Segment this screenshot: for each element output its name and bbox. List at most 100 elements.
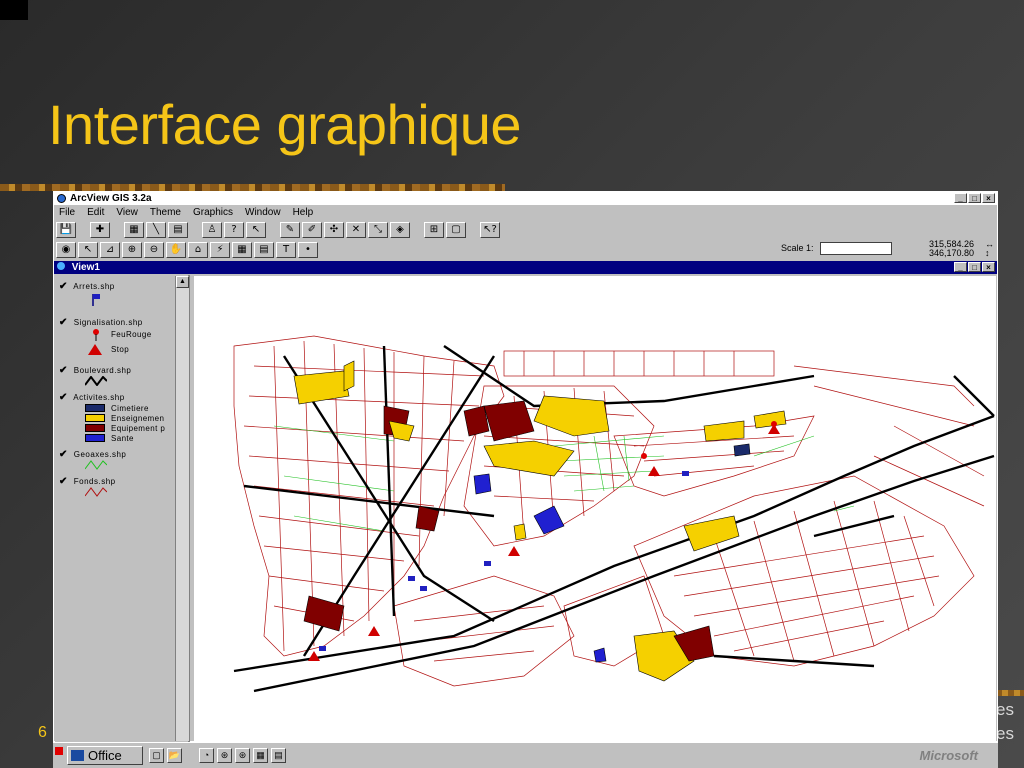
zoom-out-button[interactable]: ⤡	[368, 222, 388, 238]
office-app-icon	[71, 750, 84, 761]
layer-geoaxes[interactable]: ✔ Geoaxes.shp	[59, 449, 126, 460]
layer-name: Signalisation.shp	[73, 318, 143, 327]
layer-checkbox[interactable]: ✔	[59, 392, 71, 403]
view-close-button[interactable]: ×	[982, 262, 995, 272]
close-button[interactable]: ×	[982, 193, 995, 203]
label-tool[interactable]: ▤	[254, 242, 274, 258]
stop-triangle-icon	[88, 344, 102, 355]
legend-item-equipement: Equipement p	[111, 424, 166, 433]
toc-scrollbar[interactable]: ▲	[175, 276, 189, 741]
app-titlebar: ArcView GIS 3.2a	[54, 192, 997, 205]
new-document-icon[interactable]: ▢	[149, 748, 164, 763]
pan-tool[interactable]: ✋	[166, 242, 186, 258]
decorative-strip	[0, 184, 505, 191]
scale-label: Scale 1:	[781, 243, 814, 253]
map-display[interactable]	[194, 276, 996, 742]
save-project-button[interactable]: 💾	[56, 222, 76, 238]
open-table-button[interactable]: ▤	[168, 222, 188, 238]
edit-legend-button[interactable]: ╲	[146, 222, 166, 238]
office-label: Office	[88, 748, 122, 763]
zoom-previous-button[interactable]: ◈	[390, 222, 410, 238]
locate-button[interactable]: ?	[224, 222, 244, 238]
text-tool[interactable]: T	[276, 242, 296, 258]
scroll-up-arrow-icon[interactable]: ▲	[176, 276, 189, 288]
table-of-contents: ✔ Arrets.shp ✔ Signalisation.shp FeuRoug…	[55, 275, 190, 742]
view-maximize-button[interactable]: □	[968, 262, 981, 272]
minimize-button[interactable]: _	[954, 193, 967, 203]
pointer-tool[interactable]: ↖	[78, 242, 98, 258]
view-window-buttons: _ □ ×	[954, 262, 995, 272]
shortcut-icon-4[interactable]: ▦	[253, 748, 268, 763]
identify-tool[interactable]: ◉	[56, 242, 76, 258]
zoom-active-button[interactable]: ✐	[302, 222, 322, 238]
layer-checkbox[interactable]: ✔	[59, 365, 71, 376]
swatch-cimetiere	[85, 404, 105, 412]
measure-tool[interactable]: ⌂	[188, 242, 208, 258]
select-features-button[interactable]: ⊞	[424, 222, 444, 238]
add-theme-button[interactable]: ✚	[90, 222, 110, 238]
find-button[interactable]: ♙	[202, 222, 222, 238]
layer-checkbox[interactable]: ✔	[59, 317, 71, 328]
app-window-buttons: _ □ ×	[954, 193, 995, 203]
shortcut-icon-5[interactable]: ▤	[271, 748, 286, 763]
menu-view[interactable]: View	[116, 206, 138, 220]
query-builder-button[interactable]: ↖	[246, 222, 266, 238]
legend-item-stop: Stop	[111, 345, 130, 354]
layer-boulevard[interactable]: ✔ Boulevard.shp	[59, 365, 131, 376]
legend-item-feurouge: FeuRouge	[111, 330, 152, 339]
side-text-2: es	[996, 724, 1014, 743]
legend-item-cimetiere: Cimetiere	[111, 404, 149, 413]
vertical-arrow-icon: ↕	[985, 248, 990, 258]
clear-selection-button[interactable]: ▢	[446, 222, 466, 238]
layer-name: Boulevard.shp	[73, 366, 132, 375]
menu-window[interactable]: Window	[245, 206, 281, 220]
layer-name: Activites.shp	[73, 393, 125, 402]
swatch-equipement	[85, 424, 105, 432]
shortcut-icon-2[interactable]: ⊛	[217, 748, 232, 763]
microsoft-brand: Microsoft	[919, 748, 979, 763]
hotlink-tool[interactable]: ⚡	[210, 242, 230, 258]
layer-checkbox[interactable]: ✔	[59, 476, 71, 487]
app-title: ArcView GIS 3.2a	[70, 193, 152, 204]
zoom-out-tool[interactable]: ⊖	[144, 242, 164, 258]
legend-item-sante: Sante	[111, 434, 134, 443]
layer-checkbox[interactable]: ✔	[59, 281, 71, 292]
menu-help[interactable]: Help	[293, 206, 314, 220]
city-map[interactable]	[194, 276, 996, 742]
zoom-full-button[interactable]: ✎	[280, 222, 300, 238]
view-minimize-button[interactable]: _	[954, 262, 967, 272]
layer-activites[interactable]: ✔ Activites.shp	[59, 392, 125, 403]
shortcut-icon-3[interactable]: ⊛	[235, 748, 250, 763]
legend-item-enseignement: Enseignemen	[111, 414, 165, 423]
layer-fonds[interactable]: ✔ Fonds.shp	[59, 476, 116, 487]
help-button[interactable]: ↖?	[480, 222, 500, 238]
zoom-selected-button[interactable]: ✣	[324, 222, 344, 238]
fonds-line-icon	[85, 487, 107, 497]
layer-name: Geoaxes.shp	[73, 450, 127, 459]
theme-properties-button[interactable]: ▦	[124, 222, 144, 238]
menu-edit[interactable]: Edit	[87, 206, 104, 220]
layer-arrets[interactable]: ✔ Arrets.shp	[59, 281, 115, 292]
coordinate-arrows: ↔ ↕	[985, 240, 994, 258]
maximize-button[interactable]: □	[968, 193, 981, 203]
side-text-1: es	[996, 700, 1014, 719]
menu-bar: File Edit View Theme Graphics Window Hel…	[54, 206, 997, 220]
menu-graphics[interactable]: Graphics	[193, 206, 233, 220]
menu-file[interactable]: File	[59, 206, 75, 220]
zoom-in-tool[interactable]: ⊕	[122, 242, 142, 258]
vertex-edit-tool[interactable]: ⊿	[100, 242, 120, 258]
traffic-light-icon	[93, 329, 99, 341]
layer-checkbox[interactable]: ✔	[59, 449, 71, 460]
draw-point-tool[interactable]: •	[298, 242, 318, 258]
open-folder-icon[interactable]: 📂	[167, 748, 182, 763]
layer-signalisation[interactable]: ✔ Signalisation.shp	[59, 317, 143, 328]
menu-theme[interactable]: Theme	[150, 206, 181, 220]
coordinate-readout: 315,584.26 346,170.80	[929, 240, 974, 258]
office-button[interactable]: Office	[67, 746, 143, 765]
shortcut-icon-1[interactable]: ◔	[199, 748, 214, 763]
zoom-in-button[interactable]: ✕	[346, 222, 366, 238]
office-logo-icon	[55, 747, 63, 755]
area-of-interest-tool[interactable]: ▦	[232, 242, 252, 258]
scale-input[interactable]	[820, 242, 892, 255]
arcview-window: ArcView GIS 3.2a _ □ × File Edit View Th…	[53, 191, 998, 742]
